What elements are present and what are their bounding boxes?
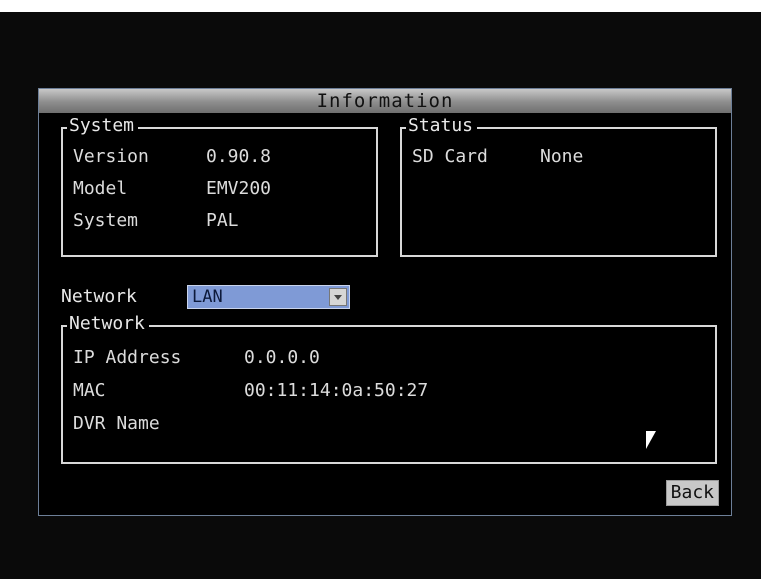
system-label: System (73, 210, 139, 231)
top-band (0, 0, 761, 12)
system-value: PAL (206, 210, 239, 231)
model-value: EMV200 (206, 178, 272, 199)
system-group-title: System (67, 115, 139, 137)
back-button[interactable]: Back (665, 480, 719, 506)
model-label: Model (73, 178, 128, 199)
network-dropdown-value: LAN (192, 287, 223, 307)
sd-card-value: None (540, 146, 584, 167)
version-label: Version (73, 146, 149, 167)
mac-value: 00:11:14:0a:50:27 (244, 380, 429, 401)
information-dialog: Information System Version 0.90.8 Model … (38, 88, 732, 516)
status-group-title: Status (406, 115, 478, 137)
mouse-cursor-icon (646, 431, 656, 449)
dialog-title: Information (39, 89, 731, 113)
network-dropdown[interactable]: LAN (187, 285, 350, 309)
version-value: 0.90.8 (206, 146, 272, 167)
ip-address-label: IP Address (73, 347, 182, 368)
mac-label: MAC (73, 380, 106, 401)
network-group: Network IP Address 0.0.0.0 MAC 00:11:14:… (61, 313, 717, 464)
chevron-down-icon[interactable] (329, 288, 347, 306)
sd-card-label: SD Card (412, 146, 488, 167)
network-group-title: Network (67, 313, 149, 335)
system-group: System Version 0.90.8 Model EMV200 Syste… (61, 115, 378, 257)
network-select-label: Network (61, 286, 137, 307)
status-group: Status SD Card None (400, 115, 717, 257)
dvr-name-label: DVR Name (73, 413, 160, 434)
ip-address-value: 0.0.0.0 (244, 347, 320, 368)
